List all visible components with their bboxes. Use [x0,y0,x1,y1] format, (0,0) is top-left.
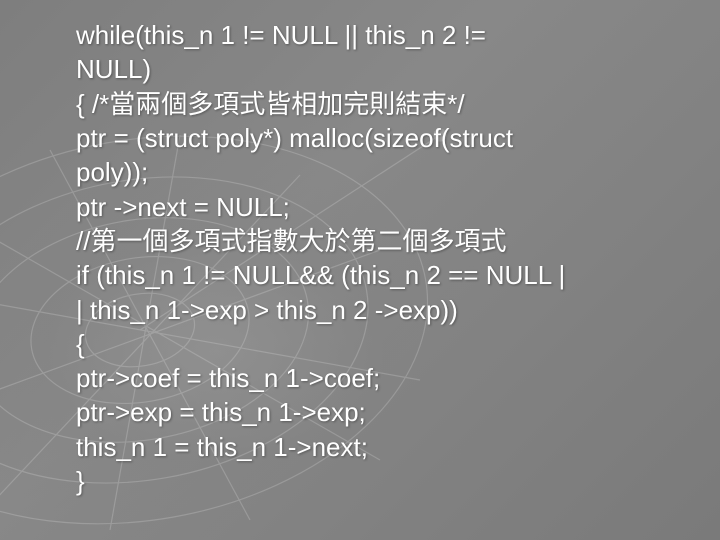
code-line: poly)); [76,155,680,189]
code-line: ptr->exp = this_n 1->exp; [76,395,680,429]
code-line: //第一個多項式指數大於第二個多項式 [76,224,680,258]
code-line: { [76,327,680,361]
code-line: ptr ->next = NULL; [76,190,680,224]
code-line: while(this_n 1 != NULL || this_n 2 != [76,18,680,52]
code-block: while(this_n 1 != NULL || this_n 2 != NU… [76,18,680,498]
code-line: | this_n 1->exp > this_n 2 ->exp)) [76,293,680,327]
code-line: ptr->coef = this_n 1->coef; [76,361,680,395]
code-line: this_n 1 = this_n 1->next; [76,430,680,464]
code-line: { /*當兩個多項式皆相加完則結束*/ [76,87,680,121]
code-line: } [76,464,680,498]
code-line: ptr = (struct poly*) malloc(sizeof(struc… [76,121,680,155]
code-line: if (this_n 1 != NULL&& (this_n 2 == NULL… [76,258,680,292]
code-line: NULL) [76,52,680,86]
